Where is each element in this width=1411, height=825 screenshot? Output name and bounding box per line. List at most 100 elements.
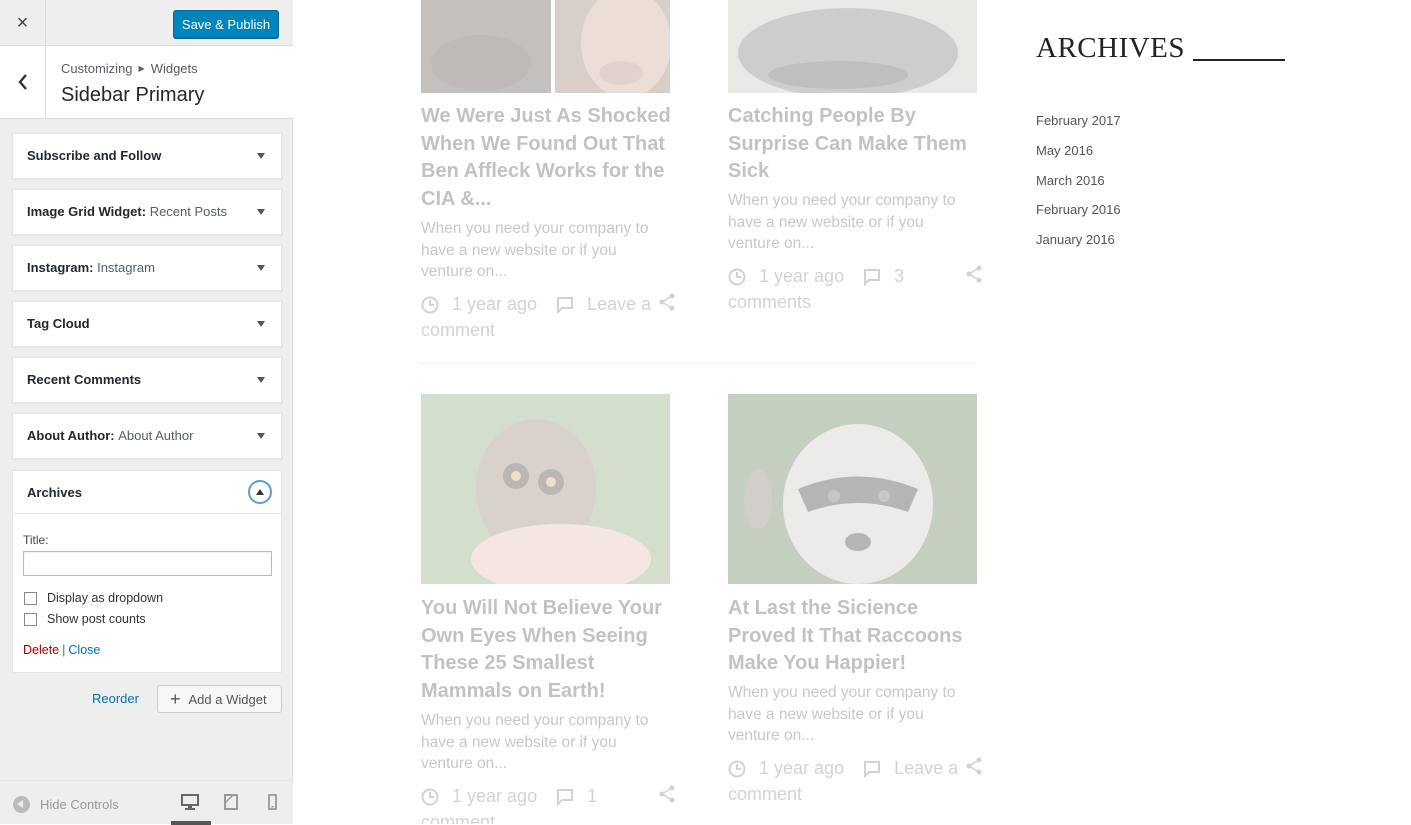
post-thumbnail-1[interactable] [421,0,670,93]
clock-icon [421,296,439,314]
clock-icon [421,788,439,806]
display-dropdown-checkbox[interactable] [24,591,37,605]
widget-title: Archives [27,485,82,500]
post-thumbnail-3[interactable] [421,394,670,584]
add-widget-label: Add a Widget [188,691,267,707]
display-dropdown-option[interactable]: Display as dropdown [24,591,163,605]
archive-link[interactable]: March 2016 [1036,172,1121,202]
desktop-preview-icon[interactable] [181,794,199,810]
customizer-footer: Hide Controls [0,780,293,825]
share-icon[interactable] [965,265,983,283]
widget-tag-cloud[interactable]: Tag Cloud [12,301,282,347]
widget-title: Image Grid Widget: [27,204,147,219]
close-icon: × [16,11,29,34]
post-thumbnail-4[interactable] [728,394,977,584]
archives-widget-heading: ARCHIVES [1036,32,1186,64]
post-excerpt-2: When you need your company to have a new… [728,192,956,252]
post-excerpt-3: When you need your company to have a new… [421,712,649,772]
post-time: 1 year ago [452,786,538,806]
show-post-counts-option[interactable]: Show post counts [24,612,146,626]
clock-icon [728,268,746,286]
active-device-indicator [171,821,211,825]
post-time: 1 year ago [759,266,845,286]
widget-title: Instagram: [27,260,94,275]
post-title-2[interactable]: Catching People By Surprise Can Make The… [728,103,978,186]
save-publish-button[interactable]: Save & Publish [173,10,279,38]
expand-arrow-icon[interactable] [257,153,265,159]
actions-separator: | [62,643,66,657]
post-title-3[interactable]: You Will Not Believe Your Own Eyes When … [421,595,671,705]
customizer-header: × Save & Publish [0,0,293,46]
display-dropdown-label: Display as dropdown [47,591,164,605]
archive-link[interactable]: February 2017 [1036,112,1121,142]
show-post-counts-checkbox[interactable] [24,612,37,626]
comment-icon [864,761,881,779]
title-input[interactable] [23,551,272,576]
clock-icon [728,760,746,778]
widget-title: Recent Comments [27,372,142,387]
close-customizer-button[interactable]: × [0,0,46,46]
breadcrumb-root: Customizing [61,61,133,76]
widget-title: Tag Cloud [27,316,90,331]
post-title-4[interactable]: At Last the Sicience Proved It That Racc… [728,595,978,678]
share-icon[interactable] [658,293,676,311]
archive-link[interactable]: February 2016 [1036,201,1121,231]
widget-instagram[interactable]: Instagram: Instagram [12,245,282,291]
widget-title: Subscribe and Follow [27,148,162,163]
expand-arrow-icon[interactable] [257,265,265,271]
expand-arrow-icon[interactable] [257,377,265,383]
post-excerpt-4: When you need your company to have a new… [728,684,956,744]
post-time: 1 year ago [759,758,845,778]
close-link[interactable]: Close [68,643,100,657]
expand-arrow-icon[interactable] [257,433,265,439]
widget-subscribe-and-follow[interactable]: Subscribe and Follow [12,133,282,179]
breadcrumb-separator-icon: ▶ [138,64,145,73]
widget-subtitle: Instagram [97,260,155,275]
widget-subtitle: About Author [118,428,194,443]
hide-controls-button[interactable]: Hide Controls [13,796,119,813]
post-excerpt-1: When you need your company to have a new… [421,220,649,280]
widget-archives-expanded: Archives Title: Display as dropdown Show… [12,470,282,673]
widget-about-author[interactable]: About Author: About Author [12,413,282,459]
archives-list: February 2017 May 2016 March 2016 Februa… [1036,112,1121,261]
expand-arrow-icon[interactable] [257,209,265,215]
plus-icon: + [170,689,181,709]
back-button[interactable] [0,46,46,118]
widget-subtitle: Recent Posts [149,204,228,219]
panel-title: Sidebar Primary [61,84,205,106]
post-meta-3: 1 year ago 1 comment [421,783,676,824]
widget-archives-header[interactable]: Archives [13,471,281,514]
tablet-preview-icon[interactable] [224,794,238,810]
archive-link[interactable]: May 2016 [1036,142,1121,172]
comment-icon [557,297,574,315]
post-row-divider [420,363,976,364]
widget-recent-comments[interactable]: Recent Comments [12,357,282,403]
post-title-1[interactable]: We Were Just As Shocked When We Found Ou… [421,103,671,213]
widget-title: About Author: [27,428,115,443]
reorder-link[interactable]: Reorder [92,691,139,706]
archive-link[interactable]: January 2016 [1036,231,1121,261]
heading-underline [1193,59,1285,61]
post-time: 1 year ago [452,294,538,314]
share-icon[interactable] [658,785,676,803]
widget-image-grid[interactable]: Image Grid Widget: Recent Posts [12,189,282,235]
post-thumbnail-2[interactable] [728,0,977,93]
mobile-preview-icon[interactable] [268,794,277,810]
delete-link[interactable]: Delete [23,643,59,657]
post-meta-2: 1 year ago 3 comments [728,263,983,315]
post-meta-1: 1 year ago Leave a comment [421,291,676,343]
hide-controls-label: Hide Controls [40,797,119,812]
share-icon[interactable] [965,757,983,775]
add-widget-button[interactable]: + Add a Widget [157,685,282,713]
expand-arrow-icon[interactable] [257,321,265,327]
breadcrumb: Customizing ▶ Widgets [61,61,198,76]
site-preview: We Were Just As Shocked When We Found Ou… [294,0,1411,824]
chevron-up-icon [256,489,264,495]
collapse-arrow-icon [13,796,30,813]
comment-icon [864,269,881,287]
title-field-label: Title: [23,533,49,547]
breadcrumb-section: Widgets [150,61,198,76]
widget-actions: Delete | Close [23,643,100,657]
show-post-counts-label: Show post counts [47,612,146,626]
collapse-toggle-button[interactable] [248,480,272,504]
